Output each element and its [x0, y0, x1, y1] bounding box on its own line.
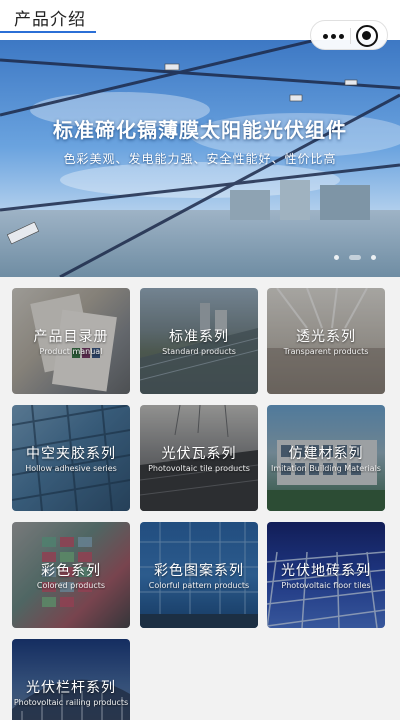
capsule-divider	[350, 28, 351, 44]
tile-subtitle: Photovoltaic floor tiles	[281, 581, 371, 590]
banner-carousel[interactable]: 标准碲化镉薄膜太阳能光伏组件 色彩美观、发电能力强、安全性能好、性价比高	[0, 40, 400, 277]
carousel-dot[interactable]	[371, 255, 376, 260]
carousel-dot[interactable]	[334, 255, 339, 260]
tile-title: 产品目录册	[33, 329, 109, 345]
tile-subtitle: Imitation Building Materials	[271, 464, 381, 473]
title-underline	[0, 31, 96, 33]
tile-subtitle: Standard products	[162, 347, 236, 356]
product-tile-hollow[interactable]: 中空夹胶系列 Hollow adhesive series	[12, 405, 130, 511]
product-tile-catalog[interactable]: 产品目录册 Product manual	[12, 288, 130, 394]
tile-subtitle: Colored products	[36, 581, 106, 590]
tile-title: 透光系列	[296, 329, 356, 345]
product-tile-railing[interactable]: 光伏栏杆系列 Photovoltaic railing products	[12, 639, 130, 720]
tile-title: 标准系列	[169, 329, 229, 345]
tile-title: 光伏瓦系列	[161, 446, 237, 462]
tile-subtitle: Photovoltaic tile products	[148, 464, 250, 473]
product-tile-transparent[interactable]: 透光系列 Transparent products	[267, 288, 385, 394]
tile-subtitle: Transparent products	[283, 347, 369, 356]
tile-title: 彩色图案系列	[154, 563, 244, 579]
product-tile-pv-tile[interactable]: 光伏瓦系列 Photovoltaic tile products	[140, 405, 258, 511]
carousel-indicator	[324, 255, 376, 260]
tile-title: 中空夹胶系列	[26, 446, 116, 462]
capsule-menu	[310, 20, 388, 50]
page-title: 产品介绍	[14, 10, 86, 30]
tile-subtitle: Photovoltaic railing products	[13, 698, 129, 707]
close-circle-icon[interactable]	[356, 25, 378, 47]
product-tile-colored[interactable]: 彩色系列 Colored products	[12, 522, 130, 628]
tile-subtitle: Hollow adhesive series	[25, 464, 117, 473]
product-tile-pattern[interactable]: 彩色图案系列 Colorful pattern products	[140, 522, 258, 628]
tile-title: 彩色系列	[41, 563, 101, 579]
product-tile-standard[interactable]: 标准系列 Standard products	[140, 288, 258, 394]
more-dots-icon[interactable]	[318, 21, 348, 51]
tile-title: 光伏栏杆系列	[26, 680, 116, 696]
tile-title: 仿建材系列	[288, 446, 364, 462]
banner-title: 标准碲化镉薄膜太阳能光伏组件	[53, 118, 347, 142]
product-tile-imitation[interactable]: 仿建材系列 Imitation Building Materials	[267, 405, 385, 511]
banner-subtitle: 色彩美观、发电能力强、安全性能好、性价比高	[63, 152, 337, 166]
product-tile-floor[interactable]: 光伏地砖系列 Photovoltaic floor tiles	[267, 522, 385, 628]
tile-title: 光伏地砖系列	[281, 563, 371, 579]
tile-subtitle: Colorful pattern products	[148, 581, 250, 590]
tile-subtitle: Product manual	[39, 347, 103, 356]
carousel-dot-active[interactable]	[349, 255, 361, 260]
